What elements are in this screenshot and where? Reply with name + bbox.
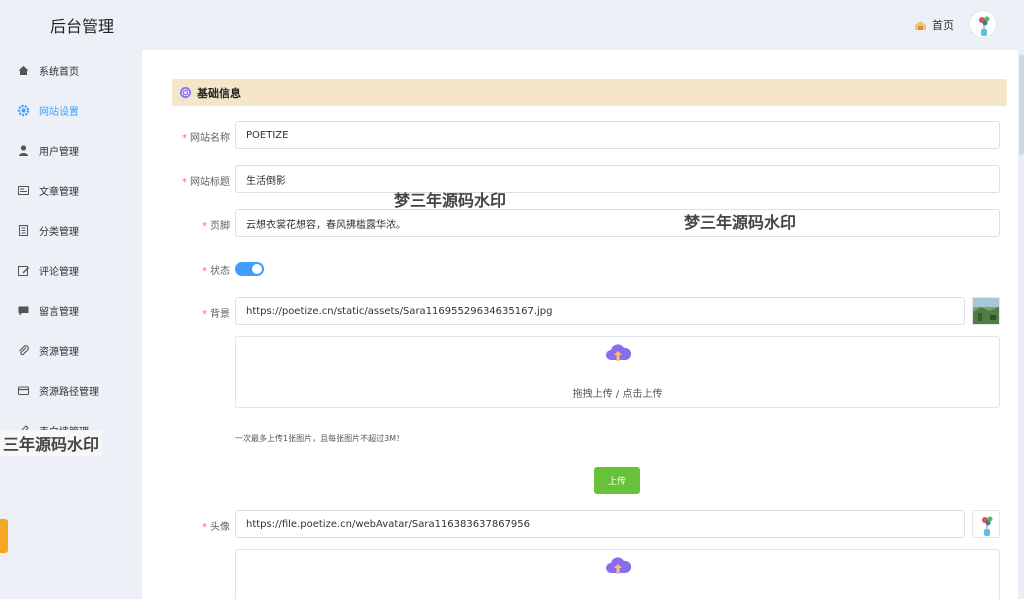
sidebar-item-label: 分类管理 — [39, 226, 79, 238]
sidebar-item-label: 资源管理 — [39, 346, 79, 358]
sidebar-item-label: 网站设置 — [39, 106, 79, 118]
avatar-upload-dropzone[interactable] — [235, 549, 1000, 599]
cloud-upload-icon — [604, 342, 632, 364]
user-avatar[interactable] — [969, 10, 997, 38]
user-icon — [17, 144, 30, 157]
edit-icon — [17, 264, 30, 277]
sidebar-item-label: 系统首页 — [39, 66, 79, 78]
sidebar-item-resources[interactable]: 资源管理 — [0, 330, 142, 370]
avatar-label: * 头像 — [202, 522, 230, 533]
background-url-input[interactable]: https://poetize.cn/static/assets/Sara116… — [235, 297, 965, 325]
message-icon — [17, 304, 30, 317]
paperclip-icon — [17, 344, 30, 357]
background-upload-dropzone[interactable]: 拖拽上传 / 点击上传 — [235, 336, 1000, 408]
sidebar-item-label: 表白墙管理 — [39, 426, 89, 438]
sidebar-item-comments[interactable]: 评论管理 — [0, 250, 142, 290]
sidebar-item-label: 文章管理 — [39, 186, 79, 198]
footer-input[interactable]: 云想衣裳花想容，春风拂槛露华浓。 — [235, 209, 1000, 237]
background-thumbnail — [972, 297, 1000, 325]
site-name-input[interactable]: POETIZE — [235, 121, 1000, 149]
gear-icon — [179, 86, 192, 99]
sidebar-item-label: 留言管理 — [39, 306, 79, 318]
category-icon — [17, 224, 30, 237]
home-link[interactable]: 首页 — [914, 17, 954, 33]
top-header: 后台管理 首页 — [0, 0, 1024, 50]
home-link-label: 首页 — [932, 19, 954, 32]
sidebar-item-categories[interactable]: 分类管理 — [0, 210, 142, 250]
sidebar-item-articles[interactable]: 文章管理 — [0, 170, 142, 210]
gear-icon — [17, 104, 30, 117]
article-icon — [17, 184, 30, 197]
upload-instruction: 拖拽上传 / 点击上传 — [572, 389, 663, 400]
card-icon — [17, 384, 30, 397]
status-label: * 状态 — [202, 266, 230, 277]
main-content: 基础信息 * 网站名称 POETIZE * 网站标题 生活倒影 * 页脚 云想衣裳花想… — [142, 50, 1024, 599]
home-icon — [914, 20, 927, 31]
sidebar-item-label: 评论管理 — [39, 266, 79, 278]
site-title-label: * 网站标题 — [182, 177, 230, 188]
footer-label: * 页脚 — [202, 221, 230, 232]
cloud-upload-icon — [604, 555, 632, 577]
avatar-url-input[interactable]: https://file.poetize.cn/webAvatar/Sara11… — [235, 510, 965, 538]
sidebar-item-love-wall[interactable]: 表白墙管理 — [0, 410, 142, 450]
upload-button[interactable]: 上传 — [594, 467, 640, 494]
site-title-input[interactable]: 生活倒影 — [235, 165, 1000, 193]
upload-tip: 一次最多上传1张图片，且每张图片不超过3M！ — [235, 434, 405, 443]
sidebar-item-messages[interactable]: 留言管理 — [0, 290, 142, 330]
section-header: 基础信息 — [172, 79, 1007, 106]
background-label: * 背景 — [202, 309, 230, 320]
site-name-label: * 网站名称 — [182, 133, 230, 144]
sidebar-item-site-settings[interactable]: 网站设置 — [0, 90, 142, 130]
sidebar-item-label: 资源路径管理 — [39, 386, 99, 398]
sidebar-item-dashboard[interactable]: 系统首页 — [0, 50, 142, 90]
sidebar-item-label: 用户管理 — [39, 146, 79, 158]
sidebar-item-resource-paths[interactable]: 资源路径管理 — [0, 370, 142, 410]
app-logo-title: 后台管理 — [50, 17, 115, 36]
status-toggle[interactable] — [235, 262, 264, 276]
sidebar-item-users[interactable]: 用户管理 — [0, 130, 142, 170]
home-icon — [17, 64, 30, 77]
sidebar: 系统首页 网站设置 用户管理 文章管理 分类管理 评论管理 留言管理 资源管理 … — [0, 50, 142, 599]
side-float-tab[interactable] — [0, 519, 8, 553]
section-title: 基础信息 — [197, 86, 241, 100]
pen-icon — [17, 424, 30, 437]
avatar-thumbnail — [972, 510, 1000, 538]
scrollbar-thumb[interactable] — [1019, 55, 1024, 155]
